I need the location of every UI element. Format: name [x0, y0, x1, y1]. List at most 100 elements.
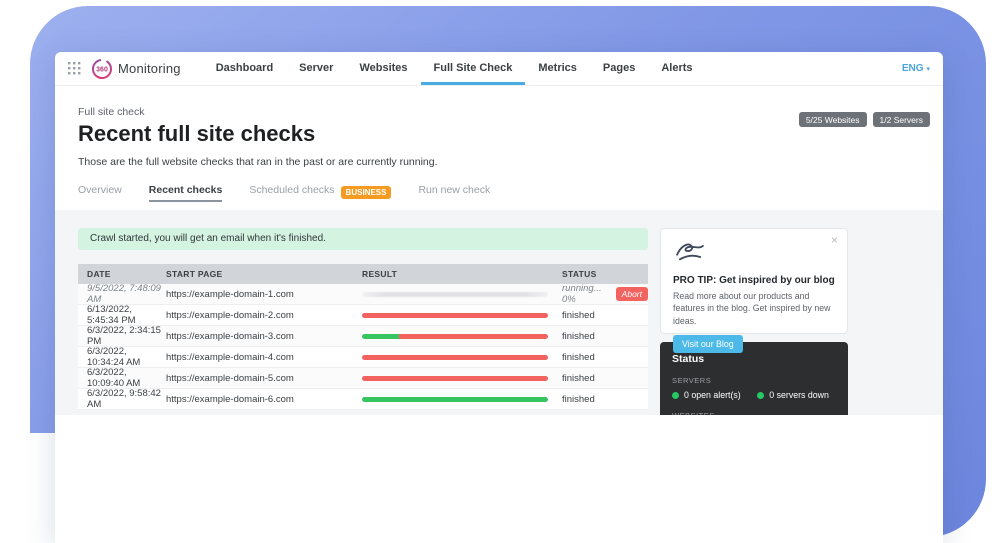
cell-start-page: https://example-domain-6.com — [166, 394, 362, 405]
tab-label: Scheduled checks — [249, 184, 334, 200]
progress-bar — [362, 376, 548, 381]
status-text: finished — [562, 331, 595, 342]
bar-segment-green — [362, 397, 548, 402]
top-nav-bar: 360 Monitoring DashboardServerWebsitesFu… — [55, 52, 943, 86]
main-nav: DashboardServerWebsitesFull Site CheckMe… — [203, 52, 706, 85]
green-dot-icon — [757, 392, 764, 399]
business-badge: BUSINESS — [341, 186, 392, 199]
table-row: 6/3/2022, 10:09:40 AMhttps://example-dom… — [78, 368, 648, 389]
cell-result — [362, 376, 562, 381]
cell-result — [362, 355, 562, 360]
tab-label: Run new check — [418, 184, 490, 200]
table-row: 6/13/2022, 5:45:34 PMhttps://example-dom… — [78, 305, 648, 326]
language-selector[interactable]: ENG ▾ — [902, 63, 930, 74]
pro-tip-card: × PRO TIP: Get inspired by our blog Read… — [660, 228, 848, 334]
app-window: 360 Monitoring DashboardServerWebsitesFu… — [55, 52, 943, 543]
nav-item-pages[interactable]: Pages — [590, 52, 648, 85]
side-column: × PRO TIP: Get inspired by our blog Read… — [660, 228, 848, 415]
cell-date: 9/5/2022, 7:48:09 AM — [78, 283, 166, 305]
status-sections: SERVERS 0 open alert(s) 0 servers down WEBS… — [672, 376, 836, 415]
main-column: Crawl started, you will get an email whe… — [78, 228, 648, 415]
cell-start-page: https://example-domain-4.com — [166, 352, 362, 363]
status-section-label-servers: SERVERS — [672, 376, 836, 385]
status-section-items: 0 open alert(s) 0 servers down — [672, 390, 836, 400]
status-item: 0 servers down — [757, 390, 829, 400]
pro-tip-body: Read more about our products and feature… — [673, 290, 835, 327]
green-dot-icon — [672, 392, 679, 399]
cell-date: 6/13/2022, 5:45:34 PM — [78, 304, 166, 326]
status-text: finished — [562, 310, 595, 321]
cell-date: 6/3/2022, 9:58:42 AM — [78, 388, 166, 410]
bar-segment-red — [362, 376, 548, 381]
page: 360 Monitoring DashboardServerWebsitesFu… — [0, 0, 997, 543]
chevron-down-icon: ▾ — [926, 65, 930, 73]
nav-item-websites[interactable]: Websites — [346, 52, 420, 85]
status-text: finished — [562, 373, 595, 384]
language-label: ENG — [902, 63, 924, 74]
cell-status: finished — [562, 394, 648, 405]
cell-status: finished — [562, 310, 648, 321]
column-header-result: RESULT — [362, 269, 562, 279]
table-row: 6/3/2022, 2:34:15 PMhttps://example-doma… — [78, 326, 648, 347]
cell-start-page: https://example-domain-3.com — [166, 331, 362, 342]
resource-counters: 5/25 Websites 1/2 Servers — [799, 112, 930, 127]
brand-name: Monitoring — [118, 61, 181, 76]
cell-result — [362, 313, 562, 318]
progress-bar — [362, 355, 548, 360]
tab-label: Recent checks — [149, 184, 223, 202]
tab-scheduled-checks[interactable]: Scheduled checks BUSINESS — [249, 184, 391, 200]
column-header-start-page: START PAGE — [166, 269, 362, 279]
cell-date: 6/3/2022, 2:34:15 PM — [78, 325, 166, 347]
status-item-text: 0 open alert(s) — [684, 390, 741, 400]
status-section-label-websites: WEBSITES — [672, 411, 836, 415]
table-row: 6/3/2022, 9:58:42 AMhttps://example-doma… — [78, 389, 648, 410]
table-row: 9/5/2022, 7:48:09 AMhttps://example-doma… — [78, 284, 648, 305]
table-header-row: DATESTART PAGERESULTSTATUS — [78, 264, 648, 284]
bar-segment-green — [362, 334, 399, 339]
tab-label: Overview — [78, 184, 122, 200]
cell-result — [362, 292, 562, 297]
cell-start-page: https://example-domain-2.com — [166, 310, 362, 321]
counter-badge-5-25-websites[interactable]: 5/25 Websites — [799, 112, 867, 127]
status-panel-title: Status — [672, 353, 836, 365]
tab-run-new-check[interactable]: Run new check — [418, 184, 490, 200]
bar-segment-red — [362, 355, 548, 360]
status-text: finished — [562, 394, 595, 405]
table-body: 9/5/2022, 7:48:09 AMhttps://example-doma… — [78, 284, 648, 410]
column-header-date: DATE — [78, 269, 166, 279]
cell-date: 6/3/2022, 10:34:24 AM — [78, 346, 166, 368]
tab-overview[interactable]: Overview — [78, 184, 122, 200]
apps-grid-icon[interactable] — [68, 62, 81, 75]
cell-status: finished — [562, 331, 648, 342]
status-item-text: 0 servers down — [769, 390, 829, 400]
table-row: 6/3/2022, 10:34:24 AMhttps://example-dom… — [78, 347, 648, 368]
progress-bar — [362, 397, 548, 402]
nav-item-server[interactable]: Server — [286, 52, 346, 85]
progress-bar-pending — [362, 292, 548, 297]
brand-logo[interactable]: 360 Monitoring — [91, 58, 181, 80]
cell-status: finished — [562, 373, 648, 384]
cell-start-page: https://example-domain-5.com — [166, 373, 362, 384]
cell-status: finished — [562, 352, 648, 363]
nav-item-full-site-check[interactable]: Full Site Check — [421, 52, 526, 85]
nav-item-dashboard[interactable]: Dashboard — [203, 52, 286, 85]
visit-blog-button[interactable]: Visit our Blog — [673, 335, 743, 353]
status-panel: Status SERVERS 0 open alert(s) 0 servers d… — [660, 342, 848, 415]
tab-recent-checks[interactable]: Recent checks — [149, 184, 223, 202]
bar-segment-red — [399, 334, 548, 339]
counter-badge-1-2-servers[interactable]: 1/2 Servers — [873, 112, 930, 127]
column-header-status: STATUS — [562, 269, 648, 279]
cell-result — [362, 334, 562, 339]
cell-status: running... 0%Abort — [562, 283, 648, 305]
nav-item-metrics[interactable]: Metrics — [525, 52, 590, 85]
abort-button[interactable]: Abort — [616, 287, 648, 301]
nav-item-alerts[interactable]: Alerts — [648, 52, 705, 85]
status-item: 0 open alert(s) — [672, 390, 757, 400]
svg-text:360: 360 — [96, 66, 108, 73]
cell-date: 6/3/2022, 10:09:40 AM — [78, 367, 166, 389]
pro-tip-title: PRO TIP: Get inspired by our blog — [673, 275, 835, 286]
progress-bar — [362, 313, 548, 318]
page-subtitle: Those are the full website checks that r… — [78, 156, 943, 168]
close-icon[interactable]: × — [831, 233, 838, 247]
logo-360-icon: 360 — [91, 58, 113, 80]
